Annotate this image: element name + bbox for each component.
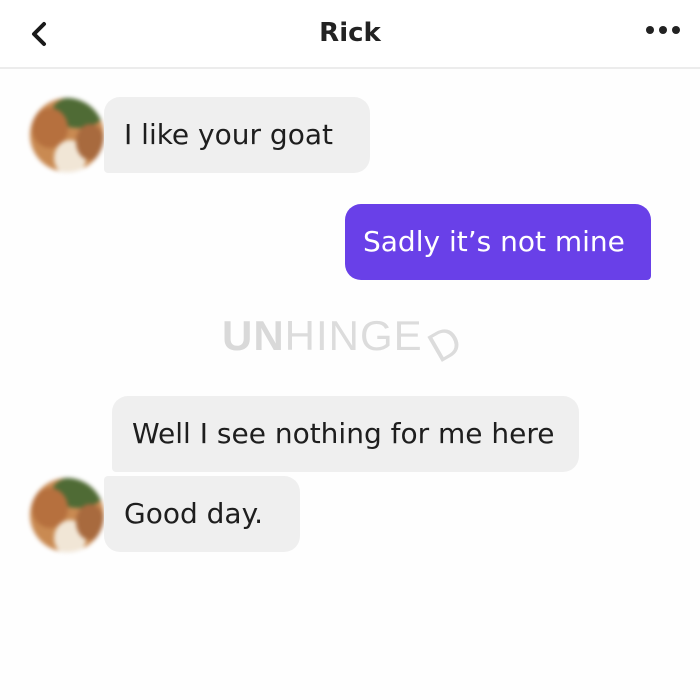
message-bubble-incoming[interactable]: I like your goat: [104, 97, 370, 173]
message-bubble-outgoing[interactable]: Sadly it’s not mine: [345, 204, 651, 280]
watermark: UNHINGED: [222, 312, 470, 371]
more-horizontal-icon: [646, 26, 680, 34]
contact-name: Rick: [319, 18, 381, 48]
message-bubble-incoming[interactable]: Well I see nothing for me here: [112, 396, 579, 472]
contact-avatar[interactable]: [30, 98, 104, 172]
watermark-light-text: HINGE: [284, 312, 423, 359]
watermark-tail-text: D: [419, 315, 471, 372]
message-bubble-incoming[interactable]: Good day.: [104, 476, 300, 552]
more-options-button[interactable]: [644, 22, 682, 38]
chat-header: Rick: [0, 0, 700, 69]
contact-avatar[interactable]: [30, 478, 104, 552]
watermark-bold-text: UN: [222, 312, 285, 359]
